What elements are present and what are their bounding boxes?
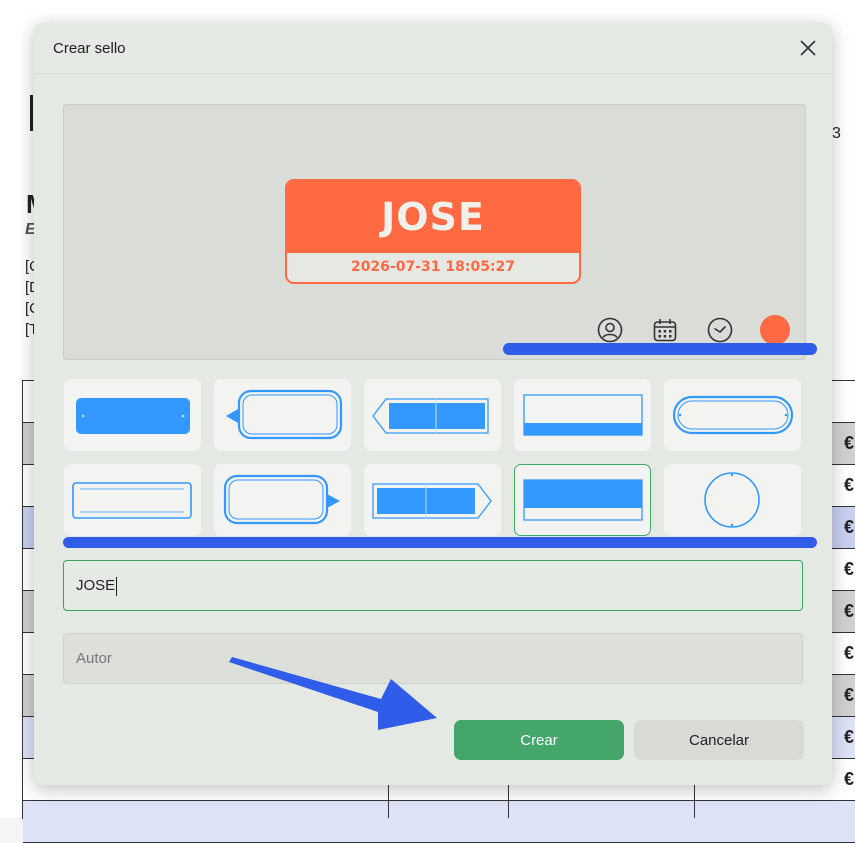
template-circle[interactable]	[664, 464, 801, 536]
template-arrow-left-outline[interactable]	[214, 379, 351, 451]
table-cell-currency: €	[843, 601, 854, 621]
template-top-filled-band[interactable]	[514, 464, 651, 536]
table-cell-currency: €	[843, 727, 854, 747]
close-icon	[800, 40, 816, 56]
annotation-highlight-bar	[63, 537, 817, 548]
template-arrow-right-outline[interactable]	[214, 464, 351, 536]
table-cell-currency: €	[843, 769, 854, 789]
stamp-preview: JOSE 2026-07-31 18:05:27	[63, 104, 806, 360]
user-icon[interactable]	[597, 317, 623, 343]
table-cell-currency: €	[843, 475, 854, 495]
cancel-button[interactable]: Cancelar	[634, 720, 804, 760]
stamp-name-input-value: JOSE	[76, 577, 116, 594]
template-rounded-pill[interactable]	[664, 379, 801, 451]
dialog-header: Crear sello	[34, 23, 832, 74]
table-cell-currency: €	[843, 685, 854, 705]
author-input[interactable]: Autor	[63, 633, 803, 684]
calendar-icon[interactable]	[652, 317, 678, 343]
create-stamp-dialog: Crear sello JOSE 2026-07-31 18:05:27 JOS…	[34, 23, 832, 785]
table-cell-currency: €	[843, 643, 854, 663]
stamp-preview-graphic: JOSE 2026-07-31 18:05:27	[285, 179, 581, 284]
stamp-name-text: JOSE	[381, 195, 485, 239]
close-button[interactable]	[796, 36, 820, 60]
dialog-title: Crear sello	[53, 40, 126, 57]
template-split-arrow-filled[interactable]	[364, 464, 501, 536]
create-button[interactable]: Crear	[454, 720, 624, 760]
text-cursor-line	[30, 95, 33, 131]
template-band-bottom[interactable]	[514, 379, 651, 451]
template-filled-rounded[interactable]	[64, 379, 201, 451]
author-input-placeholder: Autor	[76, 650, 112, 667]
template-double-outline[interactable]	[64, 464, 201, 536]
text-caret	[116, 576, 118, 596]
table-cell-currency: €	[843, 559, 854, 579]
doc-page-number: 3	[832, 125, 841, 142]
table-row	[23, 801, 855, 843]
stamp-datetime-text: 2026-07-31 18:05:27	[350, 259, 516, 275]
table-cell-currency: €	[843, 517, 854, 537]
clock-icon[interactable]	[707, 317, 733, 343]
stamp-name-input[interactable]: JOSE	[63, 560, 803, 611]
annotation-highlight-bar	[503, 343, 817, 355]
template-double-arrow-filled[interactable]	[364, 379, 501, 451]
table-cell-currency: €	[843, 433, 854, 453]
stamp-color-picker[interactable]	[760, 315, 790, 345]
